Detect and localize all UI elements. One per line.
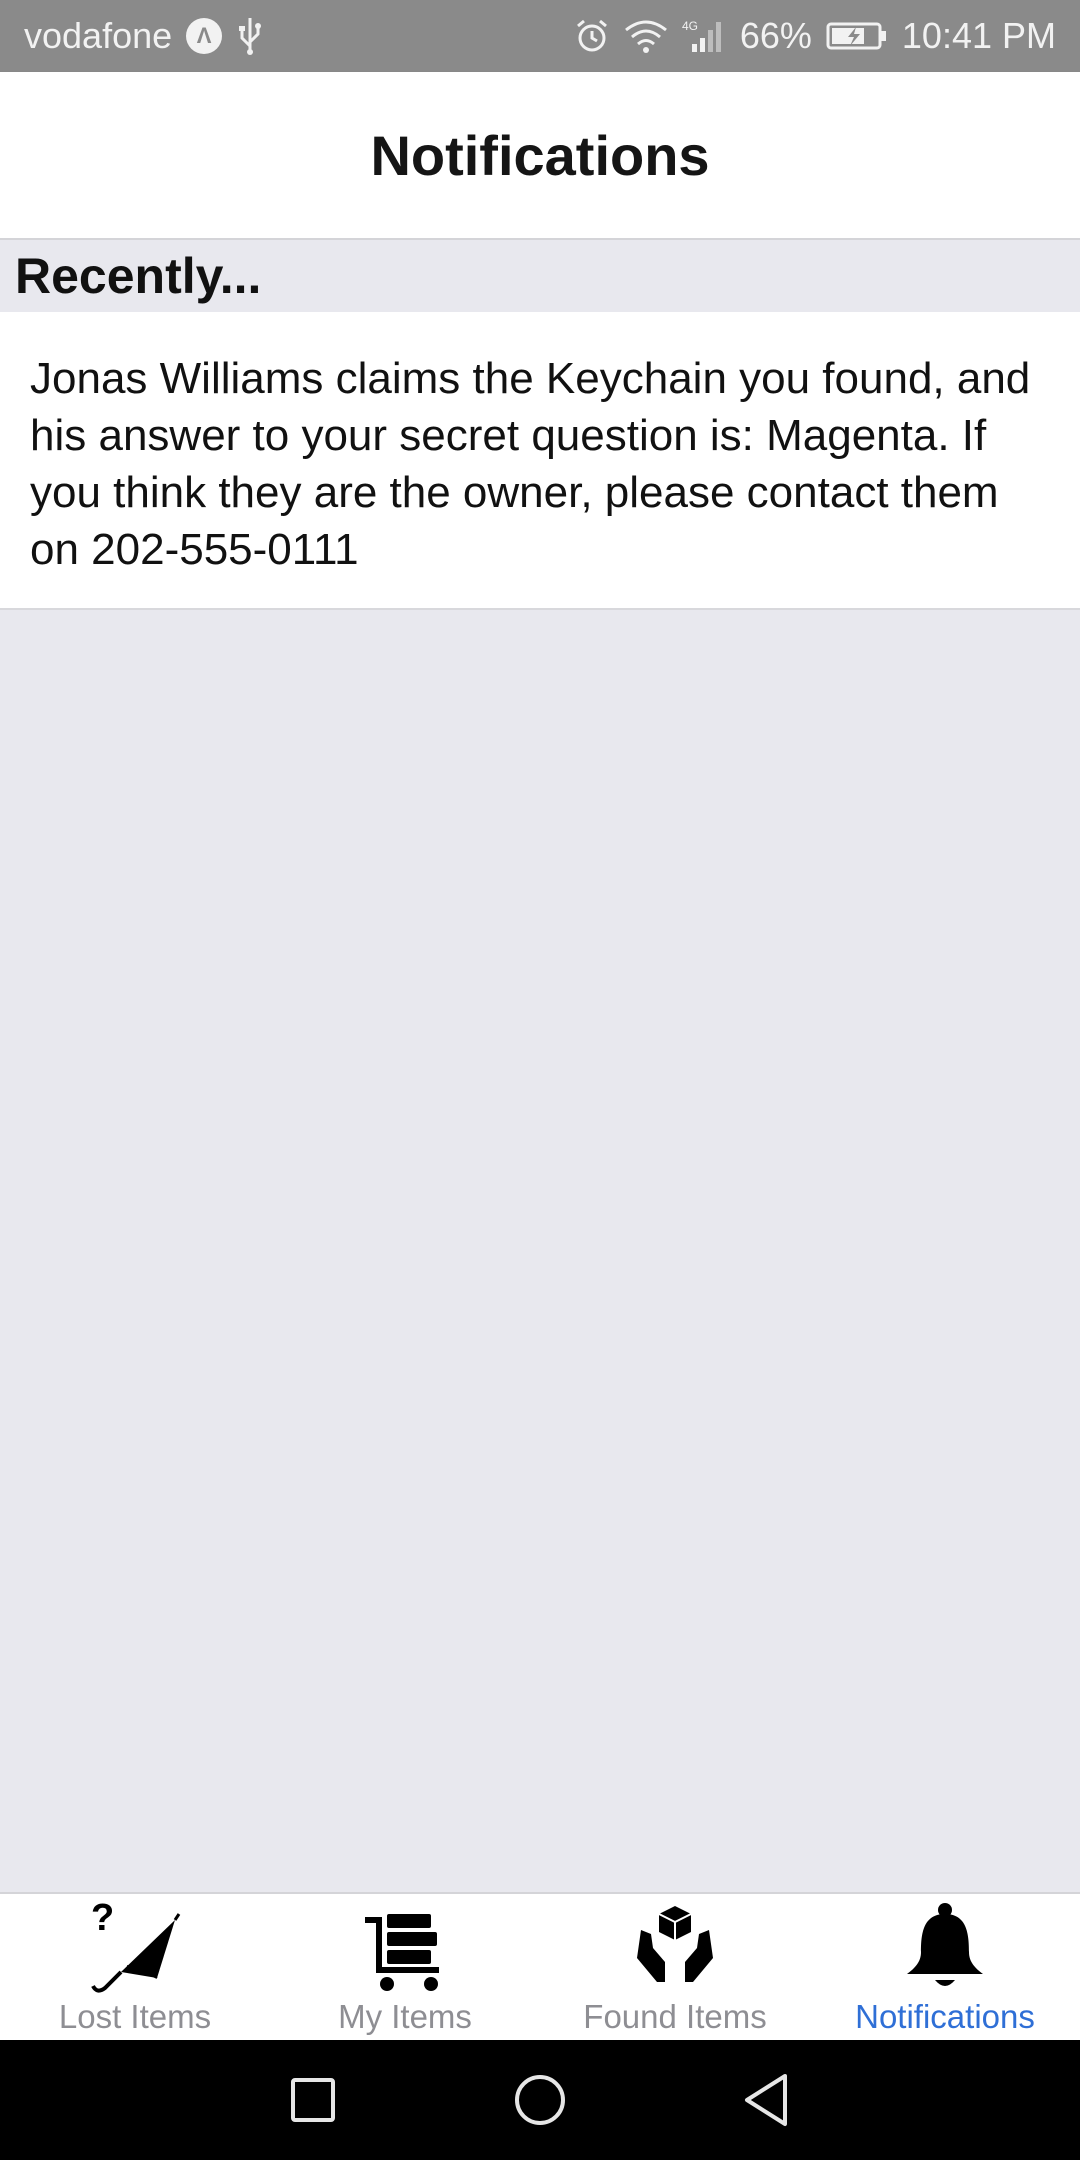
tab-my-items[interactable]: My Items [270,1894,540,2040]
cart-icon [357,1900,453,1996]
home-circle-icon[interactable] [500,2060,580,2140]
notification-message: Jonas Williams claims the Keychain you f… [30,354,1031,574]
hands-box-icon [627,1900,723,1996]
status-bar: vodafone Λ 4G 66% 10:41 PM [0,0,1080,72]
svg-text:?: ? [91,1900,114,1939]
tab-label-my-items: My Items [338,1998,472,2035]
tab-lost-items[interactable]: ? Lost Items [0,1894,270,2040]
usb-icon [236,16,264,56]
carrier-name: vodafone [24,15,173,56]
lost-umbrella-icon: ? [87,1900,183,1996]
app-header: Notifications [0,72,1080,240]
clock-time: 10:41 PM [901,15,1056,56]
alarm-icon [574,18,610,54]
system-nav-bar [0,2040,1080,2160]
bell-icon [897,1900,993,1996]
status-right: 4G 66% 10:41 PM [574,15,1056,57]
network-type: 4G [682,19,698,33]
tab-found-items[interactable]: Found Items [540,1894,810,2040]
recents-square-icon[interactable] [273,2060,353,2140]
bottom-tab-bar: ? Lost Items My Items Found Items Notifi… [0,1892,1080,2040]
status-left: vodafone Λ [24,15,264,57]
carrier-logo-icon: Λ [186,18,223,54]
battery-percent: 66% [739,15,812,56]
section-header: Recently... [0,240,1080,312]
tab-notifications[interactable]: Notifications [810,1894,1080,2040]
notification-item[interactable]: Jonas Williams claims the Keychain you f… [0,312,1080,610]
tab-label-lost-items: Lost Items [58,1998,212,2035]
tab-label-notifications: Notifications [855,1998,1035,2035]
page-title: Notifications [370,123,710,187]
tab-label-found-items: Found Items [583,1998,767,2035]
signal-icon: 4G [682,18,726,54]
wifi-icon [624,18,668,54]
battery-charging-icon [826,21,888,51]
back-triangle-icon[interactable] [727,2060,807,2140]
section-title: Recently... [15,248,262,304]
